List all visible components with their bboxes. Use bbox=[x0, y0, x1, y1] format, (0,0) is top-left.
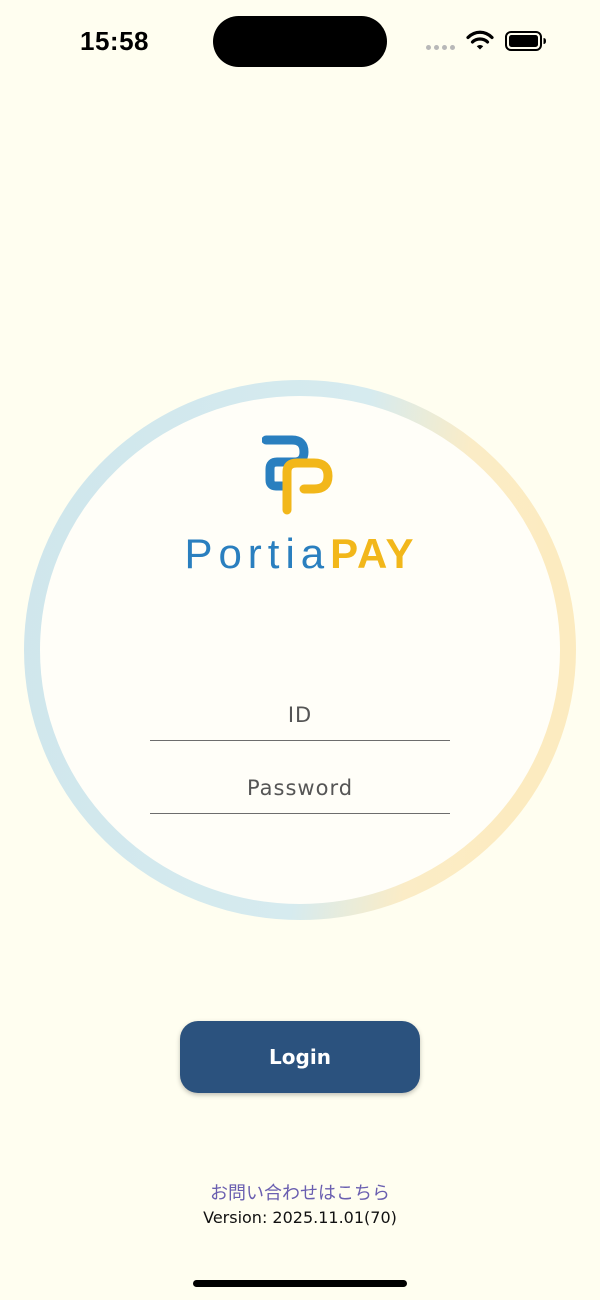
dynamic-island bbox=[213, 16, 387, 67]
version-label: Version: 2025.11.01(70) bbox=[203, 1208, 397, 1227]
wifi-icon bbox=[466, 30, 494, 50]
password-input[interactable] bbox=[150, 762, 450, 814]
portia-pp-logo-icon bbox=[262, 435, 333, 515]
status-bar-time: 15:58 bbox=[80, 26, 149, 56]
login-button[interactable]: Login bbox=[180, 1021, 420, 1093]
brand-name-portia: Portia bbox=[184, 530, 331, 577]
battery-icon bbox=[505, 31, 546, 51]
cellular-dots-icon bbox=[426, 45, 455, 50]
home-indicator[interactable] bbox=[193, 1280, 407, 1287]
brand-wordmark: PortiaPAY bbox=[0, 529, 600, 579]
brand-name-pay: PAY bbox=[330, 530, 416, 577]
id-input[interactable] bbox=[150, 689, 450, 741]
contact-link[interactable]: お問い合わせはこちら bbox=[0, 1179, 600, 1205]
